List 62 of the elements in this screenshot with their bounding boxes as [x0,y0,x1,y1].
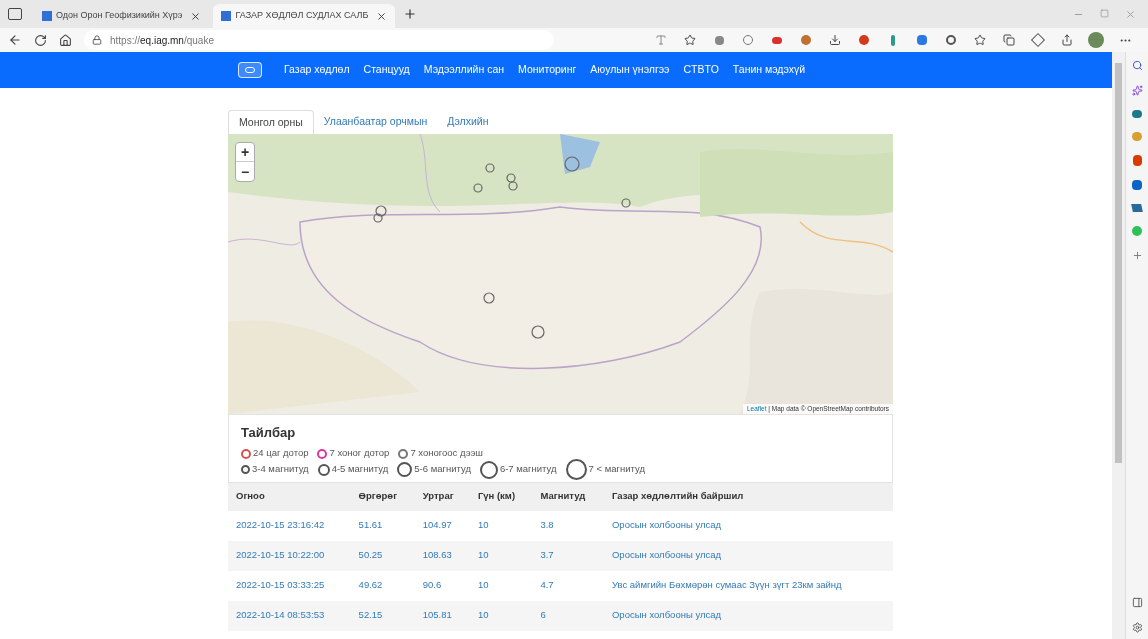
table-link[interactable]: 10 [469,600,533,631]
settings-icon[interactable] [1131,622,1143,633]
column-header: Огноо [228,482,351,511]
region-tab[interactable]: Дэлхийн [437,110,499,134]
table-link[interactable]: 2022-10-15 10:22:00 [228,540,351,571]
back-icon[interactable] [8,33,22,47]
sparkle-icon[interactable] [1131,85,1143,96]
table-link[interactable]: 50.25 [350,540,415,571]
column-header: Магнитуд [532,482,604,511]
search-icon[interactable] [1131,60,1143,71]
legend-label: 6-7 магнитуд [499,462,557,477]
table-link[interactable]: 2022-10-14 08:53:53 [228,600,351,631]
table-link[interactable]: 3.7 [532,540,604,571]
add-icon[interactable] [1131,250,1143,261]
browser-tab[interactable]: ГАЗАР ХӨДЛӨЛ СУДЛАХ САЛБ [213,4,396,28]
nav-link[interactable]: Станцууд [363,62,410,78]
column-header: Өргөрөг [350,482,415,511]
column-header: Гүн (км) [469,482,533,511]
tab-actions-icon[interactable] [8,8,22,20]
close-icon[interactable] [190,10,202,22]
address-bar[interactable]: https://eq.iag.mn/quake [84,30,554,50]
tab-title: Одон Орон Геофизикийн Хүрэ [56,9,183,23]
site-icon [42,11,52,21]
table-link[interactable]: Оросын холбооны улсад [604,600,893,631]
nav-link[interactable]: Газар хөдлөл [284,62,350,78]
legend-label: 24 цаг дотор [253,446,309,461]
region-tab[interactable]: Монгол орны [228,110,314,134]
legend-title: Тайлбар [241,424,297,442]
table-link[interactable]: 52.15 [350,600,415,631]
table-link[interactable]: 10 [469,540,533,571]
region-tab[interactable]: Улаанбаатар орчмын [313,110,438,134]
legend-label: 3-4 магнитуд [252,462,309,477]
site-icon [221,11,232,21]
url-text: https://eq.iag.mn/quake [110,33,214,48]
table-link[interactable]: Оросын холбооны улсад [604,540,893,571]
zoom-out-button[interactable]: − [236,162,254,181]
close-icon[interactable] [376,10,388,22]
browser-tab[interactable]: Одон Орон Геофизикийн Хүрэ [34,4,210,28]
legend-label: 7 хоногоос дээш [410,446,483,461]
logo-icon[interactable] [238,62,262,78]
scrollbar-thumb[interactable] [1115,63,1122,463]
tab-title: ГАЗАР ХӨДЛӨЛ СУДЛАХ САЛБ [235,9,369,23]
nav-link[interactable]: Аюулын үнэлгээ [590,62,670,78]
legend-label: 7 < магнитуд [588,462,645,477]
circle-app-icon[interactable] [1132,226,1142,236]
reload-icon[interactable] [34,33,47,47]
legend-label: 7 хоног дотор [329,446,390,461]
legend-label: 5-6 магнитуд [414,462,471,477]
home-icon[interactable] [59,33,72,47]
nav-link[interactable]: Танин мэдэхүй [732,62,806,78]
new-tab-icon[interactable] [403,7,418,21]
nav-link[interactable]: Мэдээллийн сан [423,62,505,78]
table-link[interactable]: 108.63 [414,540,470,571]
table-link[interactable]: 105.81 [414,600,470,631]
legend-label: 4-5 магнитуд [331,462,389,477]
nav-link[interactable]: Мониторинг [518,62,577,78]
nav-link[interactable]: CTBTO [683,62,719,78]
table-link[interactable]: 6 [532,600,604,631]
zoom-in-button[interactable]: + [236,143,254,162]
panel-icon[interactable] [1131,597,1143,608]
lock-icon [92,35,102,45]
column-header: Газар хөдлөлтийн байршил [604,482,893,511]
